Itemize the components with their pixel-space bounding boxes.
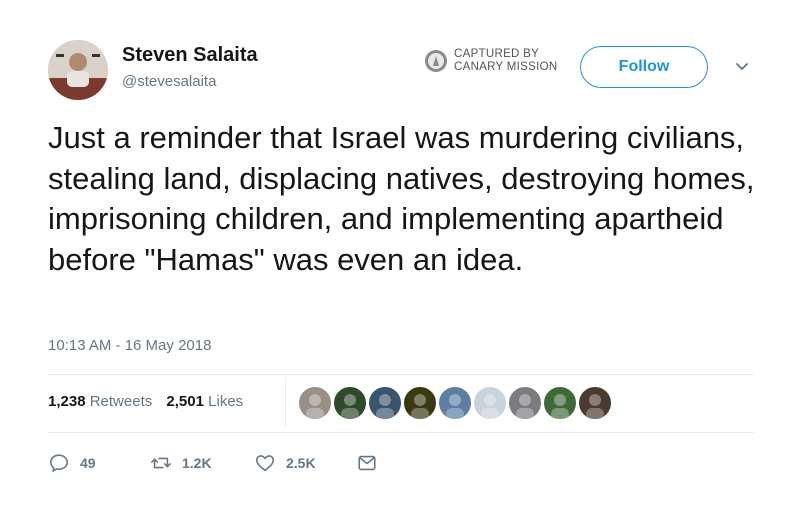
liker-avatar-3[interactable] [368, 386, 402, 420]
watermark-text: CAPTURED BY CANARY MISSION [454, 48, 557, 74]
retweets-stat[interactable]: 1,238 Retweets [48, 393, 152, 410]
watermark-line-1: CAPTURED BY [454, 48, 540, 60]
retweet-action[interactable]: 1.2K [150, 452, 212, 474]
likes-label: Likes [208, 393, 244, 410]
watermark-line-2: CANARY MISSION [454, 61, 558, 73]
author-handle[interactable]: @stevesalaita [122, 73, 216, 90]
liker-avatar-2[interactable] [333, 386, 367, 420]
canary-mission-watermark: CAPTURED BY CANARY MISSION [424, 45, 557, 77]
liker-avatar-1[interactable] [298, 386, 332, 420]
liker-avatar-6[interactable] [473, 386, 507, 420]
canary-mission-logo-icon [425, 50, 447, 72]
liker-avatar-5[interactable] [438, 386, 472, 420]
tweet-timestamp[interactable]: 10:13 AM - 16 May 2018 [48, 337, 211, 354]
divider-top [48, 374, 754, 375]
retweet-icon [151, 457, 171, 469]
author-avatar-image [48, 40, 108, 100]
tweet-text: Just a reminder that Israel was murderin… [48, 120, 755, 277]
author-avatar[interactable] [48, 40, 108, 100]
liker-avatar-9[interactable] [578, 386, 612, 420]
liker-avatar-4[interactable] [403, 386, 437, 420]
chevron-down-icon[interactable] [734, 60, 750, 74]
engagement-stats: 1,238 Retweets 2,501 Likes [48, 393, 243, 410]
stats-separator [285, 377, 286, 427]
reply-icon [49, 454, 69, 472]
divider-bottom [48, 432, 754, 433]
liker-avatar-8[interactable] [543, 386, 577, 420]
direct-message-action[interactable] [356, 452, 378, 474]
retweets-label: Retweets [89, 393, 153, 410]
reply-count: 49 [80, 455, 96, 471]
liker-avatar-7[interactable] [508, 386, 542, 420]
reply-action[interactable]: 49 [48, 452, 96, 474]
author-display-name[interactable]: Steven Salaita [122, 44, 258, 67]
likes-stat[interactable]: 2,501 Likes [166, 393, 243, 410]
follow-button[interactable]: Follow [580, 46, 708, 88]
like-action[interactable]: 2.5K [254, 452, 316, 474]
likes-count: 2,501 [166, 393, 204, 410]
retweets-count: 1,238 [48, 393, 86, 410]
like-count: 2.5K [286, 455, 316, 471]
heart-icon [255, 455, 275, 472]
envelope-icon [358, 455, 376, 471]
retweet-count: 1.2K [182, 455, 212, 471]
